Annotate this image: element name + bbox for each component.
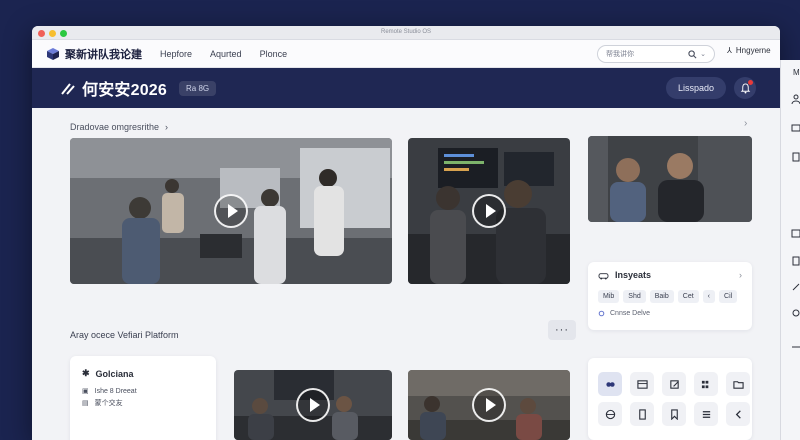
video-office-meeting[interactable] [70, 138, 392, 284]
page-header: 何安安2026 Ra 8G Lisspado [32, 68, 780, 108]
list-item-label: 蒙个交友 [94, 400, 123, 407]
gear-icon[interactable] [791, 308, 800, 318]
list-item-label: Ishe 8 Dreeat [94, 387, 137, 395]
tool-back[interactable] [726, 402, 750, 426]
main-content: Dradovae omgresrithe › › Insyeats › Mib … [32, 108, 780, 440]
list-icon [702, 410, 710, 418]
title-bar: Remote Studio OS [32, 26, 780, 40]
video-coding-session[interactable] [408, 138, 570, 284]
edit-icon [669, 379, 679, 389]
chevron-left-icon[interactable]: ‹ [702, 290, 716, 303]
tablet-icon[interactable] [791, 152, 800, 162]
globe-icon [605, 409, 615, 419]
search-placeholder: 帮我讲你 [606, 51, 634, 58]
insights-header: Insyeats › [598, 270, 742, 280]
insights-card[interactable]: Insyeats › Mib Shd Baib Cet ‹ Cil Cnnse … [588, 262, 752, 330]
video-team-meeting[interactable] [408, 370, 570, 440]
chip-shd[interactable]: Shd [623, 290, 646, 303]
video-conversation[interactable] [588, 136, 752, 222]
version-badge: Ra 8G [179, 80, 217, 96]
monitor-icon[interactable] [791, 124, 800, 134]
nav-link-aqurted[interactable]: Aqurted [210, 49, 242, 59]
window-icon [636, 379, 648, 389]
cube-logo-icon [47, 47, 59, 60]
play-icon[interactable] [472, 388, 506, 422]
insights-footer[interactable]: Cnnse Delve [598, 310, 742, 317]
insights-chips: Mib Shd Baib Cet ‹ Cil [598, 290, 742, 303]
tool-grid [598, 372, 750, 426]
chevron-right-icon[interactable]: › [739, 270, 742, 280]
settings-card[interactable]: ✱ Golciana ▣ Ishe 8 Dreeat ▤ 蒙个交友 [70, 356, 216, 440]
notifications-button[interactable] [734, 77, 756, 99]
chevron-left-icon [735, 409, 741, 419]
page-title: 何安安2026 [82, 82, 167, 99]
user-icon: ⅄ [727, 46, 732, 55]
document-icon [638, 408, 646, 420]
header-action-button[interactable]: Lisspado [666, 77, 727, 99]
brand[interactable]: 聚新讲队我论建 [46, 46, 142, 62]
right-side-panel: M [780, 60, 800, 440]
play-icon[interactable] [214, 194, 248, 228]
list-item[interactable]: ▤ 蒙个交友 [82, 398, 204, 408]
tool-folder[interactable] [726, 372, 750, 396]
car-icon [598, 272, 609, 280]
breadcrumb[interactable]: Dradovae omgresrithe › [70, 122, 168, 132]
breadcrumb-label: Dradovae omgresrithe [70, 122, 160, 132]
scroll-right-button[interactable]: › [744, 118, 747, 129]
menu-icon[interactable] [791, 342, 800, 352]
tool-window[interactable] [630, 372, 654, 396]
tool-document[interactable] [630, 402, 654, 426]
search-input[interactable]: 帮我讲你 ⌄ [597, 45, 715, 63]
insights-footer-label: Cnnse Delve [610, 310, 651, 317]
document-icon[interactable] [791, 256, 800, 266]
brand-name: 聚新讲队我论建 [65, 48, 142, 61]
tool-edit[interactable] [662, 372, 686, 396]
nav-links: Hepfore Aqurted Plonce [160, 49, 287, 59]
tool-list[interactable] [694, 402, 718, 426]
list-item[interactable]: ▣ Ishe 8 Dreeat [82, 387, 204, 396]
tool-globe[interactable] [598, 402, 622, 426]
video-thumbnail [588, 136, 752, 222]
settings-card-header: ✱ Golciana [82, 368, 204, 379]
settings-card-title: Golciana [95, 368, 134, 379]
user-menu[interactable]: ⅄ Hngyerne [727, 46, 771, 55]
folder-icon [732, 380, 744, 389]
chevron-down-icon: ⌄ [700, 51, 706, 58]
user-name: Hngyerne [735, 46, 771, 55]
insights-title: Insyeats [615, 270, 652, 280]
video-team-workshop[interactable] [234, 370, 392, 440]
document-icon: ▤ [82, 400, 89, 407]
nav-link-plonce[interactable]: Plonce [260, 49, 288, 59]
chevron-right-icon: › [165, 122, 169, 132]
top-nav: 聚新讲队我论建 Hepfore Aqurted Plonce 帮我讲你 ⌄ [32, 40, 780, 68]
user-icon[interactable] [791, 94, 800, 104]
section-title: Aray ocece Vefiari Platform [70, 330, 179, 340]
asterisk-icon: ✱ [82, 368, 90, 378]
link-icon [605, 381, 615, 387]
gear-icon [598, 310, 605, 317]
grid-icon [701, 380, 708, 388]
calendar-icon[interactable] [791, 228, 800, 238]
search-icon [688, 49, 697, 58]
tool-grid-view[interactable] [694, 372, 718, 396]
toolbox-card [588, 358, 752, 440]
bookmark-icon [670, 408, 678, 420]
chip-cet[interactable]: Cet [677, 290, 699, 303]
tool-link[interactable] [598, 372, 622, 396]
more-options-button[interactable]: ··· [548, 320, 576, 340]
right-panel-label: M [793, 68, 800, 77]
play-icon[interactable] [472, 194, 506, 228]
window-title: Remote Studio OS [380, 29, 432, 35]
notification-dot [748, 80, 753, 85]
nav-link-hepfore[interactable]: Hepfore [160, 49, 192, 59]
tool-bookmark[interactable] [662, 402, 686, 426]
app-window: Remote Studio OS 聚新讲队我论建 Hepfore Aqurted… [32, 26, 780, 440]
pen-icon [61, 83, 75, 95]
chip-baib[interactable]: Baib [649, 290, 674, 303]
chip-mib[interactable]: Mib [598, 290, 620, 303]
play-icon[interactable] [296, 388, 330, 422]
calendar-icon: ▣ [82, 388, 89, 395]
edit-icon[interactable] [791, 282, 800, 292]
chip-cil[interactable]: Cil [719, 290, 738, 303]
